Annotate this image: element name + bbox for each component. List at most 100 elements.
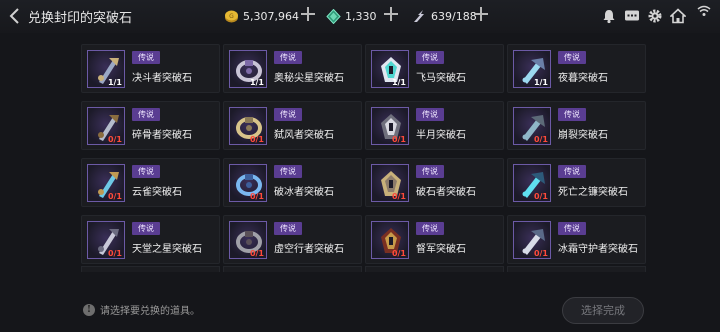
add-gem-button[interactable] — [384, 7, 398, 21]
item-name: 云雀突破石 — [132, 187, 182, 198]
item-thumbnail: 0/1 — [229, 164, 267, 202]
partial-card — [507, 266, 646, 272]
svg-text:G: G — [229, 13, 234, 20]
gem-icon — [326, 8, 341, 24]
add-stamina-button[interactable] — [474, 7, 488, 21]
item-thumbnail: 0/1 — [87, 221, 125, 259]
item-thumbnail: 0/1 — [513, 221, 551, 259]
item-thumbnail: 1/1 — [229, 50, 267, 88]
item-card[interactable]: 0/1 传说 破冰者突破石 — [223, 158, 362, 207]
item-name: 决斗者突破石 — [132, 73, 192, 84]
item-count: 0/1 — [249, 192, 264, 201]
item-card[interactable]: 1/1 传说飞马突破石 — [365, 44, 504, 93]
rarity-badge: 传说 — [132, 108, 160, 121]
item-thumbnail: 0/1 — [229, 107, 267, 145]
item-card[interactable]: 0/1 传说云雀突破石 — [81, 158, 220, 207]
stamina-icon — [414, 9, 424, 22]
item-thumbnail: 0/1 — [229, 221, 267, 259]
confirm-selection-button[interactable]: 选择完成 — [562, 297, 644, 324]
rarity-badge: 传说 — [558, 51, 586, 64]
item-thumbnail: 0/1 — [513, 107, 551, 145]
gem-amount: 1,330 — [345, 9, 377, 23]
item-count: 0/1 — [533, 249, 548, 258]
rarity-badge: 传说 — [274, 108, 302, 121]
selection-hint: ! 请选择要兑换的道具。 — [83, 302, 200, 317]
item-count: 0/1 — [249, 135, 264, 144]
info-icon: ! — [83, 303, 95, 316]
item-thumbnail: 0/1 — [87, 164, 125, 202]
gold-counter: G 5,307,964 — [224, 7, 299, 25]
top-bar: 兑换封印的突破石 G 5,307,964 1,330 639/188 — [0, 0, 720, 33]
gem-counter: 1,330 — [326, 7, 377, 25]
item-name: 破石者突破石 — [416, 187, 476, 198]
rarity-badge: 传说 — [274, 222, 302, 235]
item-name: 碎骨者突破石 — [132, 130, 192, 141]
item-count: 0/1 — [533, 135, 548, 144]
item-card[interactable]: 0/1 传说督军突破石 — [365, 215, 504, 264]
item-card[interactable]: 0/1 传说弑风者突破石 — [223, 101, 362, 150]
stamina-counter: 639/188 — [412, 7, 477, 25]
item-card[interactable]: 1/1 传说决斗者突破石 — [81, 44, 220, 93]
item-card[interactable]: 1/1 传说奥秘尖星突破石 — [223, 44, 362, 93]
item-name: 奥秘尖星突破石 — [274, 73, 344, 84]
gold-coin-icon: G — [225, 10, 238, 22]
item-name: 半月突破石 — [416, 130, 466, 141]
rarity-badge: 传说 — [274, 165, 302, 178]
rarity-badge: 传说 — [558, 222, 586, 235]
item-count: 0/1 — [107, 192, 122, 201]
bell-icon[interactable] — [601, 8, 617, 24]
item-name: 虚空行者突破石 — [274, 244, 344, 255]
back-arrow-icon[interactable] — [8, 7, 22, 25]
rarity-badge: 传说 — [132, 165, 160, 178]
page-title: 兑换封印的突破石 — [28, 11, 133, 26]
chat-icon[interactable] — [624, 8, 640, 24]
item-card[interactable]: 0/1 传说冰霜守护者突破石 — [507, 215, 646, 264]
item-name: 死亡之镰突破石 — [558, 187, 628, 198]
item-grid: 1/1 传说 决斗者突破石 1/1 传说 奥秘尖星突破石 1/1 传说 飞马突破石 1/1 传说 夜暮… — [72, 40, 720, 272]
add-gold-button[interactable] — [301, 7, 315, 21]
home-icon[interactable] — [670, 8, 686, 24]
item-card[interactable]: 0/1 传说崩裂突破石 — [507, 101, 646, 150]
item-name: 督军突破石 — [416, 244, 466, 255]
item-name: 冰霜守护者突破石 — [558, 244, 638, 255]
item-card[interactable]: 0/1 传说死亡之镰突破石 — [507, 158, 646, 207]
rarity-badge: 传说 — [416, 51, 444, 64]
hint-text: 请选择要兑换的道具。 — [100, 306, 200, 317]
item-card[interactable]: 1/1 传说 夜暮突破石 — [507, 44, 646, 93]
rarity-badge: 传说 — [132, 51, 160, 64]
item-thumbnail: 1/1 — [87, 50, 125, 88]
item-count: 0/1 — [107, 249, 122, 258]
item-thumbnail: 0/1 — [87, 107, 125, 145]
rarity-badge: 传说 — [416, 222, 444, 235]
item-count: 1/1 — [533, 78, 548, 87]
item-thumbnail: 0/1 — [371, 221, 409, 259]
item-count: 1/1 — [107, 78, 122, 87]
partial-card — [223, 266, 362, 272]
item-name: 弑风者突破石 — [274, 130, 334, 141]
gear-icon[interactable] — [647, 8, 663, 24]
item-card[interactable]: 0/1 传说 天堂之星突破石 — [81, 215, 220, 264]
rarity-badge: 传说 — [558, 108, 586, 121]
wifi-icon — [697, 5, 711, 16]
item-card[interactable]: 0/1 传说破石者突破石 — [365, 158, 504, 207]
item-name: 飞马突破石 — [416, 73, 466, 84]
item-count: 0/1 — [391, 135, 406, 144]
item-count: 0/1 — [391, 249, 406, 258]
item-count: 0/1 — [533, 192, 548, 201]
item-card[interactable]: 0/1 传说虚空行者突破石 — [223, 215, 362, 264]
item-thumbnail: 0/1 — [513, 164, 551, 202]
item-card[interactable]: 0/1 传说 半月突破石 — [365, 101, 504, 150]
item-thumbnail: 0/1 — [371, 107, 409, 145]
rarity-badge: 传说 — [274, 51, 302, 64]
partial-card — [365, 266, 504, 272]
item-count: 1/1 — [249, 78, 264, 87]
rarity-badge: 传说 — [132, 222, 160, 235]
item-name: 崩裂突破石 — [558, 130, 608, 141]
item-card[interactable]: 0/1 传说碎骨者突破石 — [81, 101, 220, 150]
item-count: 0/1 — [391, 192, 406, 201]
rarity-badge: 传说 — [416, 165, 444, 178]
item-count: 1/1 — [391, 78, 406, 87]
stamina-amount: 639/188 — [431, 9, 477, 23]
rarity-badge: 传说 — [558, 165, 586, 178]
item-count: 0/1 — [249, 249, 264, 258]
